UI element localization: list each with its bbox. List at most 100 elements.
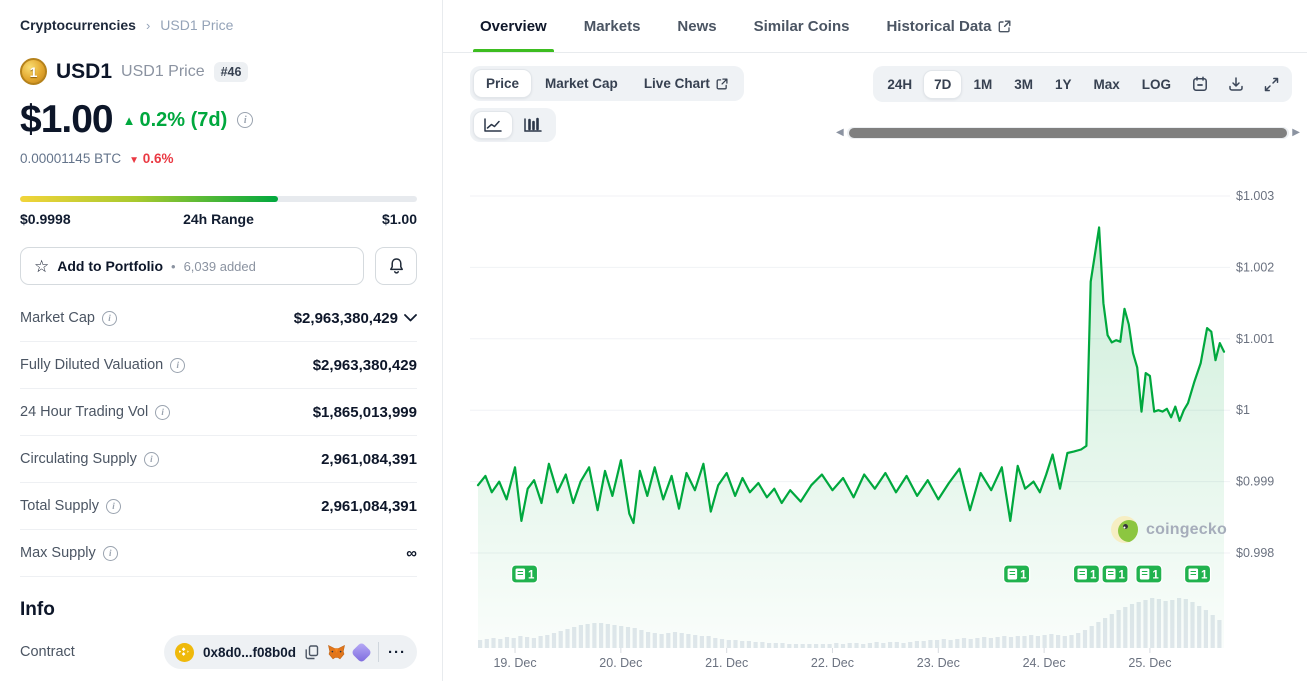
- tab-markets[interactable]: Markets: [584, 0, 641, 52]
- stat-label: Fully Diluted Valuation: [20, 357, 163, 373]
- fullscreen-button[interactable]: [1255, 71, 1288, 98]
- btc-price: 0.00001145 BTC: [20, 151, 121, 166]
- add-to-portfolio-button[interactable]: ☆ Add to Portfolio • 6,039 added: [20, 247, 364, 285]
- range-bar: [20, 196, 417, 202]
- range-low: $0.9998: [20, 211, 71, 227]
- calendar-button[interactable]: [1183, 70, 1217, 98]
- coin-rank-badge: #46: [214, 62, 249, 82]
- line-chart-toggle[interactable]: [474, 112, 512, 138]
- news-annotation-badge[interactable]: 1: [1102, 565, 1128, 583]
- range-3m-button[interactable]: 3M: [1004, 71, 1043, 98]
- range-1y-button[interactable]: 1Y: [1045, 71, 1082, 98]
- info-heading: Info: [20, 599, 417, 621]
- news-annotation-badge[interactable]: 1: [1004, 565, 1030, 583]
- news-annotation-badge[interactable]: 1: [1136, 565, 1162, 583]
- live-chart-button[interactable]: Live Chart: [632, 70, 740, 97]
- stat-value: $2,963,380,429: [294, 310, 398, 327]
- coin-price: $1.00: [20, 98, 113, 142]
- contract-pill: 0x8d0...f08b0d ···: [164, 635, 417, 669]
- svg-text:21. Dec: 21. Dec: [705, 656, 748, 670]
- metamask-icon[interactable]: [328, 645, 345, 660]
- chart-panel: Overview Markets News Similar Coins Hist…: [443, 0, 1307, 681]
- svg-text:$1: $1: [1236, 403, 1250, 417]
- scrollbar-track[interactable]: [847, 127, 1290, 139]
- time-range-switcher: 24H 7D 1M 3M 1Y Max LOG: [873, 66, 1292, 102]
- line-chart-icon: [483, 117, 503, 133]
- svg-text:20. Dec: 20. Dec: [599, 656, 642, 670]
- expand-icon: [1264, 77, 1279, 92]
- external-link-icon: [998, 20, 1011, 33]
- news-annotation-badge[interactable]: 1: [1185, 565, 1211, 583]
- svg-text:19. Dec: 19. Dec: [493, 656, 536, 670]
- range-labels: $0.9998 24h Range $1.00: [20, 211, 417, 227]
- chart-horizontal-scrollbar: ◀ ▶: [836, 126, 1300, 140]
- metric-market-cap-button[interactable]: Market Cap: [533, 70, 630, 97]
- coingecko-watermark: coingecko: [1111, 516, 1227, 543]
- more-options-button[interactable]: ···: [388, 645, 406, 660]
- svg-text:1: 1: [528, 570, 535, 582]
- tab-overview[interactable]: Overview: [480, 0, 547, 52]
- stat-label: Max Supply: [20, 545, 96, 561]
- range-7d-button[interactable]: 7D: [924, 71, 961, 98]
- range-24h-button[interactable]: 24H: [877, 71, 922, 98]
- scroll-right-arrow[interactable]: ▶: [1292, 128, 1300, 138]
- notification-bell-button[interactable]: [375, 247, 417, 285]
- svg-text:$1.003: $1.003: [1236, 189, 1274, 203]
- info-icon[interactable]: i: [102, 311, 117, 326]
- news-annotation-badge[interactable]: 1: [512, 565, 538, 583]
- coingecko-logo-icon: [1111, 516, 1138, 543]
- svg-text:23. Dec: 23. Dec: [917, 656, 960, 670]
- copy-icon[interactable]: [305, 645, 319, 660]
- coin-subtitle: USD1 Price: [121, 63, 205, 81]
- breadcrumb: Cryptocurrencies › USD1 Price: [20, 17, 417, 33]
- portfolio-added-count: 6,039 added: [184, 259, 256, 274]
- tab-news[interactable]: News: [677, 0, 716, 52]
- scroll-left-arrow[interactable]: ◀: [836, 128, 844, 138]
- down-triangle-icon: ▼: [129, 155, 139, 166]
- watermark-text: coingecko: [1146, 521, 1227, 539]
- coin-logo: 1: [20, 58, 47, 85]
- breadcrumb-home-link[interactable]: Cryptocurrencies: [20, 17, 136, 33]
- contract-row: Contract 0x8d0...f08b0d ···: [20, 635, 417, 681]
- stat-label: 24 Hour Trading Vol: [20, 404, 148, 420]
- phantom-wallet-icon[interactable]: [354, 645, 369, 660]
- stat-label: Total Supply: [20, 498, 99, 514]
- svg-text:1: 1: [1119, 570, 1126, 582]
- info-icon[interactable]: i: [103, 546, 118, 561]
- candlestick-chart-toggle[interactable]: [514, 112, 552, 138]
- metric-price-button[interactable]: Price: [474, 70, 531, 97]
- info-icon[interactable]: i: [144, 452, 159, 467]
- chevron-down-icon[interactable]: [404, 314, 417, 322]
- svg-text:$1.001: $1.001: [1236, 332, 1274, 346]
- news-annotation-badge[interactable]: 1: [1073, 565, 1099, 583]
- coin-summary-panel: Cryptocurrencies › USD1 Price 1 USD1 USD…: [0, 0, 443, 681]
- stat-value: ∞: [406, 545, 417, 562]
- scrollbar-thumb[interactable]: [849, 128, 1287, 138]
- price-chart[interactable]: $1.003$1.002$1.001$1$0.999$0.99819. Dec2…: [470, 160, 1307, 681]
- range-max-button[interactable]: Max: [1083, 71, 1129, 98]
- info-icon[interactable]: i: [237, 112, 253, 128]
- svg-text:1: 1: [1152, 570, 1159, 582]
- contract-address[interactable]: 0x8d0...f08b0d: [203, 645, 296, 660]
- range-1m-button[interactable]: 1M: [963, 71, 1002, 98]
- info-icon[interactable]: i: [106, 499, 121, 514]
- download-button[interactable]: [1219, 70, 1253, 98]
- svg-text:1: 1: [1090, 570, 1097, 582]
- tab-bar: Overview Markets News Similar Coins Hist…: [443, 0, 1307, 53]
- chart-type-toggle: [470, 108, 556, 142]
- stat-label: Circulating Supply: [20, 451, 137, 467]
- svg-text:1: 1: [1201, 570, 1208, 582]
- coin-symbol: USD1: [56, 60, 112, 84]
- info-icon[interactable]: i: [155, 405, 170, 420]
- svg-text:22. Dec: 22. Dec: [811, 656, 854, 670]
- range-section: $0.9998 24h Range $1.00: [20, 196, 417, 227]
- tab-similar-coins[interactable]: Similar Coins: [754, 0, 850, 52]
- stat-value: 2,961,084,391: [321, 451, 417, 468]
- stat-value: $2,963,380,429: [313, 357, 417, 374]
- svg-text:24. Dec: 24. Dec: [1023, 656, 1066, 670]
- stat-label: Market Cap: [20, 310, 95, 326]
- info-icon[interactable]: i: [170, 358, 185, 373]
- actions-row: ☆ Add to Portfolio • 6,039 added: [20, 247, 417, 285]
- tab-historical-data[interactable]: Historical Data: [886, 0, 1010, 52]
- log-scale-button[interactable]: LOG: [1132, 71, 1181, 98]
